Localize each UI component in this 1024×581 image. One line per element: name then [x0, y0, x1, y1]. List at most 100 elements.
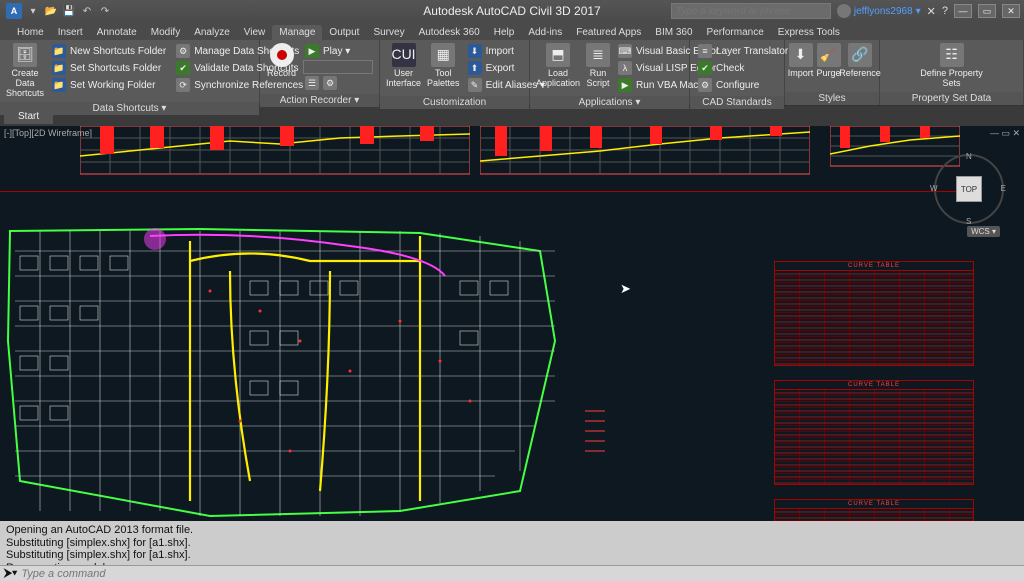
table-block: CURVE TABLE — [774, 380, 974, 485]
tab-start[interactable]: Start — [4, 109, 53, 124]
app-icon: ⬒ — [546, 43, 570, 67]
undo-icon[interactable]: ↶ — [80, 4, 94, 18]
command-input-row[interactable]: ⮞▾ — [0, 565, 1024, 581]
close-button[interactable]: ✕ — [1002, 4, 1020, 18]
panel-title[interactable]: Action Recorder ▾ — [260, 94, 379, 107]
folder-icon: 📁 — [52, 61, 66, 75]
minimize-button[interactable]: — — [954, 4, 972, 18]
table-block: CURVE TABLE — [774, 261, 974, 366]
layer-translator-button[interactable]: ≡Layer Translator — [696, 43, 790, 59]
panel-styles: ⬇Import 🧹Purge 🔗Reference Styles — [785, 40, 880, 105]
load-application-button[interactable]: ⬒Load Application — [536, 43, 580, 89]
ribbon-tab-analyze[interactable]: Analyze — [187, 25, 237, 40]
app-title: Autodesk AutoCAD Civil 3D 2017 — [423, 4, 600, 18]
quick-access-toolbar: A ▾ 📂 💾 ↶ ↷ — [0, 3, 118, 19]
record-button[interactable]: Record — [266, 43, 297, 79]
command-history-line: Substituting [simplex.shx] for [a1.shx]. — [6, 537, 1018, 550]
cursor-icon: ➤ — [620, 281, 631, 297]
ribbon-tab-manage[interactable]: Manage — [272, 25, 322, 40]
play-button[interactable]: ▶Play ▾ — [303, 43, 373, 59]
panel-title[interactable]: Applications ▾ — [530, 96, 689, 109]
macro-options[interactable]: ☰⚙ — [303, 75, 373, 91]
signed-in-user[interactable]: jefflyons2968 ▾ — [837, 4, 921, 18]
app-icon[interactable]: A — [6, 3, 22, 19]
command-prompt-icon: ⮞▾ — [4, 567, 17, 580]
create-data-shortcuts-button[interactable]: 🗄 Create Data Shortcuts — [6, 43, 44, 99]
profile-view-1 — [80, 126, 470, 186]
open-icon[interactable]: 📂 — [44, 4, 58, 18]
ribbon-tab-add-ins[interactable]: Add-ins — [521, 25, 569, 40]
ribbon-tab-bim-360[interactable]: BIM 360 — [648, 25, 699, 40]
cube-face-top[interactable]: TOP — [956, 176, 982, 202]
macro-dropdown[interactable] — [303, 60, 373, 74]
avatar-icon — [837, 4, 851, 18]
ribbon-tab-featured-apps[interactable]: Featured Apps — [569, 25, 648, 40]
ribbon-tab-view[interactable]: View — [237, 25, 273, 40]
folder-icon: 📁 — [52, 78, 66, 92]
tool-palettes-button[interactable]: ▦Tool Palettes — [427, 43, 460, 89]
viewport-label[interactable]: [-][Top][2D Wireframe] — [4, 128, 92, 138]
panel-property-set-data: ☷Define Property Sets Property Set Data — [880, 40, 1024, 105]
styles-reference-button[interactable]: 🔗Reference — [843, 43, 877, 79]
database-icon: 🗄 — [13, 43, 37, 67]
check-icon: ✔ — [176, 61, 190, 75]
ribbon-tab-help[interactable]: Help — [487, 25, 522, 40]
command-input[interactable] — [21, 568, 1020, 580]
set-shortcuts-folder-button[interactable]: 📁Set Shortcuts Folder — [50, 60, 168, 76]
drawing-canvas[interactable]: [-][Top][2D Wireframe] — ▭ ✕ — [0, 126, 1024, 521]
record-icon — [270, 43, 294, 67]
ribbon: 🗄 Create Data Shortcuts 📁New Shortcuts F… — [0, 40, 1024, 106]
set-working-folder-button[interactable]: 📁Set Working Folder — [50, 77, 168, 93]
sheet-border — [0, 191, 980, 192]
import-icon: ⬇ — [468, 44, 482, 58]
new-shortcuts-folder-button[interactable]: 📁New Shortcuts Folder — [50, 43, 168, 59]
save-icon[interactable]: 💾 — [62, 4, 76, 18]
script-icon: ≣ — [586, 43, 610, 67]
ribbon-tab-express-tools[interactable]: Express Tools — [771, 25, 847, 40]
site-plan — [0, 221, 570, 521]
maximize-button[interactable]: ▭ — [978, 4, 996, 18]
redo-icon[interactable]: ↷ — [98, 4, 112, 18]
styles-import-button[interactable]: ⬇Import — [787, 43, 814, 79]
exchange-icon[interactable]: ✕ — [927, 5, 936, 18]
play-icon: ▶ — [618, 78, 632, 92]
command-history: Opening an AutoCAD 2013 format file.Subs… — [0, 521, 1024, 565]
view-cube[interactable]: TOP N S E W — [934, 154, 1004, 224]
wcs-button[interactable]: WCS ▾ — [967, 226, 1000, 237]
define-property-sets-button[interactable]: ☷Define Property Sets — [912, 43, 992, 89]
gear-icon: ⚙ — [698, 78, 712, 92]
check-icon: ✔ — [698, 61, 712, 75]
play-icon: ▶ — [305, 44, 319, 58]
user-interface-button[interactable]: CUIUser Interface — [386, 43, 421, 89]
ribbon-tab-modify[interactable]: Modify — [144, 25, 187, 40]
reference-icon: 🔗 — [848, 43, 872, 67]
command-history-line: Opening an AutoCAD 2013 format file. — [6, 524, 1018, 537]
curve-tables: CURVE TABLE CURVE TABLE CURVE TABLE — [774, 261, 974, 521]
configure-button[interactable]: ⚙Configure — [696, 77, 790, 93]
ribbon-tab-home[interactable]: Home — [10, 25, 51, 40]
gear-icon: ⚙ — [176, 44, 190, 58]
panel-title: Property Set Data — [880, 92, 1023, 105]
ribbon-tab-survey[interactable]: Survey — [366, 25, 411, 40]
compass-n: N — [966, 152, 972, 161]
ribbon-tab-performance[interactable]: Performance — [700, 25, 771, 40]
styles-purge-button[interactable]: 🧹Purge — [815, 43, 842, 79]
panel-title: Customization — [380, 96, 529, 109]
panel-title: CAD Standards — [690, 96, 784, 109]
folder-plus-icon: 📁 — [52, 44, 66, 58]
export-icon: ⬆ — [468, 61, 482, 75]
help-search-input[interactable] — [671, 3, 831, 19]
ribbon-tab-insert[interactable]: Insert — [51, 25, 90, 40]
check-button[interactable]: ✔Check — [696, 60, 790, 76]
new-icon[interactable]: ▾ — [26, 4, 40, 18]
viewport-controls[interactable]: — ▭ ✕ — [990, 128, 1020, 139]
ribbon-tab-output[interactable]: Output — [322, 25, 366, 40]
title-bar: A ▾ 📂 💾 ↶ ↷ Autodesk AutoCAD Civil 3D 20… — [0, 0, 1024, 22]
properties-icon: ☷ — [940, 43, 964, 67]
run-script-button[interactable]: ≣Run Script — [586, 43, 610, 89]
ribbon-tab-annotate[interactable]: Annotate — [90, 25, 144, 40]
options-icon: ⚙ — [323, 76, 337, 90]
panel-title: Styles — [785, 92, 879, 105]
help-icon[interactable]: ? — [942, 5, 948, 17]
ribbon-tab-autodesk-360[interactable]: Autodesk 360 — [412, 25, 487, 40]
